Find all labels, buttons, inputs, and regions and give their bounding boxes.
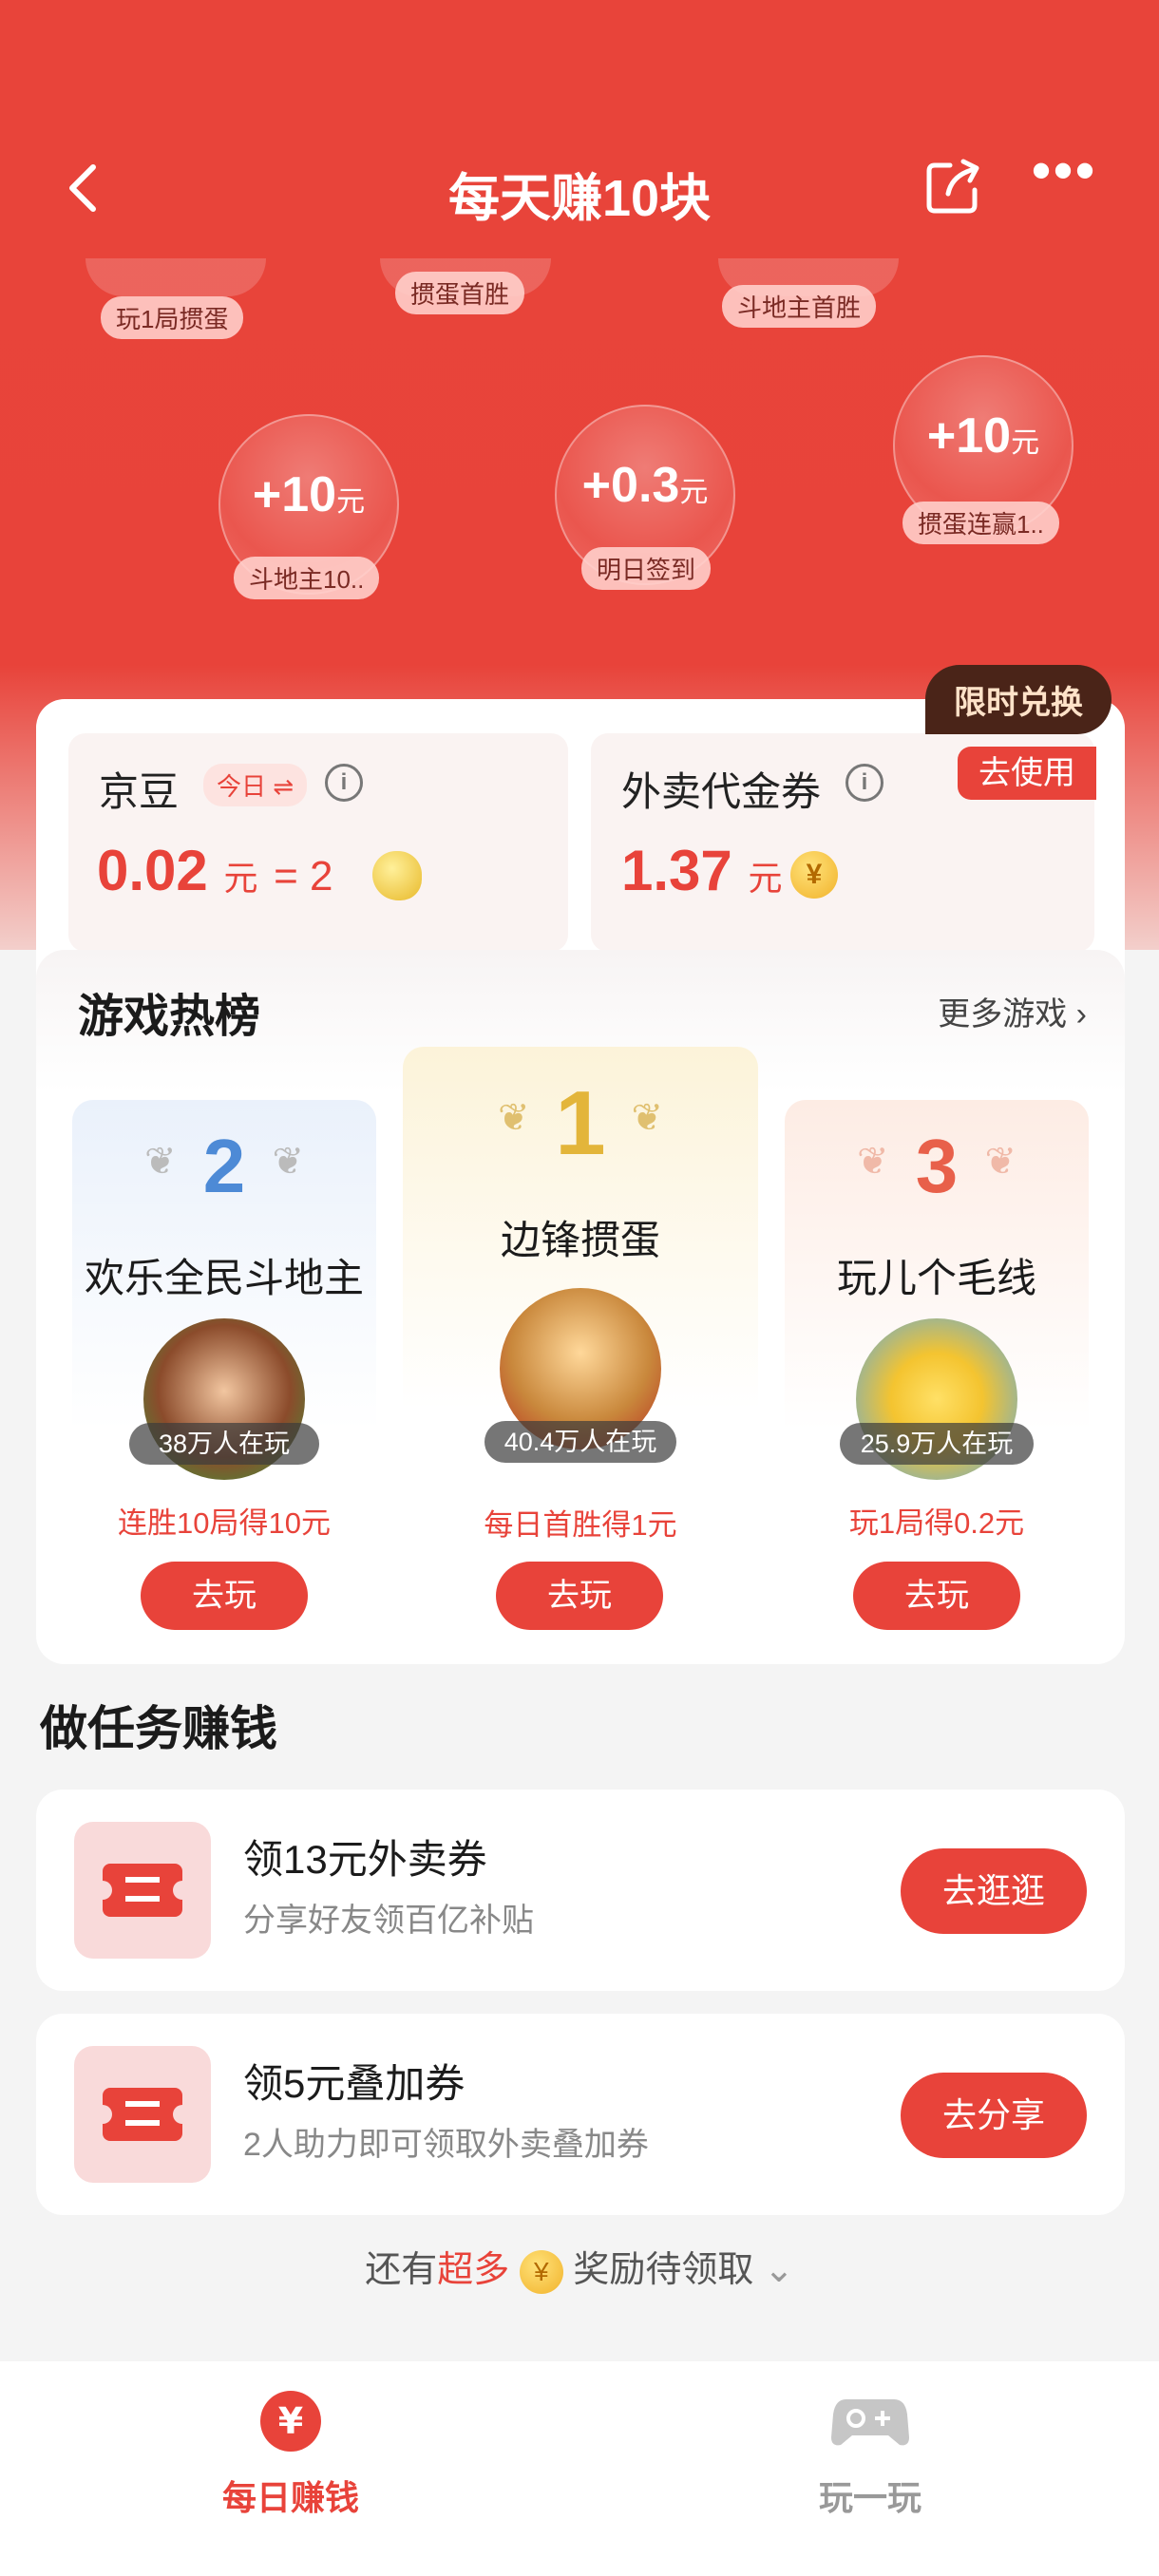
game-reward: 连胜10局得10元 [118,1506,331,1540]
coin-icon: ¥ [790,851,838,899]
task-button[interactable]: 去分享 [901,2073,1087,2158]
bottom-tab-bar: ¥ 每日赚钱 玩一玩 [0,2361,1159,2576]
task-subtitle: 2人助力即可领取外卖叠加券 [243,2127,649,2163]
more-rewards-highlight: 超多 [437,2250,510,2290]
svg-text:¥: ¥ [278,2400,303,2442]
game-card[interactable]: ❦ 2 ❦ 欢乐全民斗地主 38万人在玩 连胜10局得10元 去玩 [72,1100,376,1651]
rank-number: 2 [202,1124,246,1208]
info-icon[interactable]: i [846,764,884,802]
voucher-label: 外卖代金券 [621,769,822,814]
rank-number: 3 [915,1124,959,1208]
players-count: 25.9万人在玩 [840,1423,1034,1465]
more-games-link[interactable]: 更多游戏 › [938,988,1087,1034]
info-icon[interactable]: i [325,764,363,802]
bubble-label: 斗地主10.. [234,557,380,599]
ticket-icon [74,2046,211,2183]
ranking-title: 游戏热榜 [78,992,261,1042]
laurel-icon: ❦ [631,1097,663,1139]
beans-panel[interactable]: 京豆 今日 ⇌ i 0.02 元 = 2 [68,733,568,952]
top-bar: 每天赚10块 ••• [0,133,1159,247]
laurel-icon: ❦ [984,1141,1016,1183]
bubble-label: 掼蛋首胜 [395,272,525,314]
task-item: 领13元外卖券 分享好友领百亿补贴 去逛逛 [36,1790,1125,1991]
more-options-icon[interactable]: ••• [1026,142,1102,209]
tasks-title: 做任务赚钱 [40,1702,277,1755]
bean-icon [372,851,422,900]
game-reward: 玩1局得0.2元 [848,1506,1025,1540]
yen-coin-icon: ¥ [260,2391,321,2452]
tab-daily-earn[interactable]: ¥ 每日赚钱 [148,2390,433,2520]
task-item: 领5元叠加券 2人助力即可领取外卖叠加券 去分享 [36,2014,1125,2215]
use-voucher-button[interactable]: 去使用 [958,747,1096,800]
reward-bubble-partial [86,258,266,296]
play-button[interactable]: 去玩 [496,1562,663,1630]
more-rewards-prefix: 还有 [365,2250,438,2290]
chevron-down-icon: ⌄ [763,2250,794,2290]
game-card[interactable]: ❦ 3 ❦ 玩儿个毛线 25.9万人在玩 玩1局得0.2元 去玩 [785,1100,1089,1651]
more-rewards-suffix: 奖励待领取 [573,2250,754,2290]
game-card[interactable]: ❦ 1 ❦ 边锋掼蛋 40.4万人在玩 每日首胜得1元 去玩 [403,1047,758,1651]
bubble-label: 斗地主首胜 [722,285,877,328]
bubble-value: +10 [252,467,337,522]
game-name: 边锋掼蛋 [500,1218,660,1262]
rank-number: 1 [555,1072,606,1174]
players-count: 38万人在玩 [129,1423,319,1465]
gamepad-icon [831,2399,909,2446]
play-button[interactable]: 去玩 [853,1562,1020,1630]
ticket-icon [74,1822,211,1959]
bubble-value: +0.3 [581,458,680,513]
tab-label: 玩一玩 [818,2478,922,2517]
game-name: 欢乐全民斗地主 [84,1256,364,1300]
game-ranking-section: 游戏热榜 更多游戏 › ❦ 2 ❦ 欢乐全民斗地主 38万人在玩 连胜10局得1… [36,950,1125,1664]
task-button[interactable]: 去逛逛 [901,1848,1087,1934]
bubble-label: 掼蛋连赢1.. [902,502,1059,544]
bubble-unit: 元 [336,486,366,518]
coin-icon: ¥ [519,2249,563,2294]
bubble-label: 明日签到 [581,547,712,590]
bubble-unit: 元 [1011,427,1040,459]
players-count: 40.4万人在玩 [484,1421,676,1463]
beans-equivalent: = 2 [274,853,333,900]
play-button[interactable]: 去玩 [141,1562,308,1630]
share-icon[interactable] [922,154,986,218]
task-title: 领13元外卖券 [243,1837,487,1882]
tab-play[interactable]: 玩一玩 [728,2390,1013,2520]
beans-label: 京豆 [99,769,180,814]
limited-exchange-badge: 限时兑换 [925,665,1112,734]
voucher-amount: 1.37 [621,839,732,902]
game-name: 玩儿个毛线 [836,1256,1036,1300]
tab-label: 每日赚钱 [221,2478,359,2517]
beans-unit: 元 [223,859,258,898]
bubble-value: +10 [926,408,1012,464]
bubble-label: 玩1局掼蛋 [101,296,244,339]
task-subtitle: 分享好友领百亿补贴 [243,1903,534,1939]
voucher-unit: 元 [748,859,783,898]
laurel-icon: ❦ [272,1141,304,1183]
bubble-unit: 元 [679,477,709,508]
today-toggle[interactable]: 今日 ⇌ [203,764,308,806]
beans-amount: 0.02 [97,839,208,902]
game-reward: 每日首胜得1元 [484,1508,677,1542]
more-rewards-link[interactable]: 还有超多 ¥ 奖励待领取 ⌄ [0,2240,1159,2294]
task-title: 领5元叠加券 [243,2061,466,2106]
